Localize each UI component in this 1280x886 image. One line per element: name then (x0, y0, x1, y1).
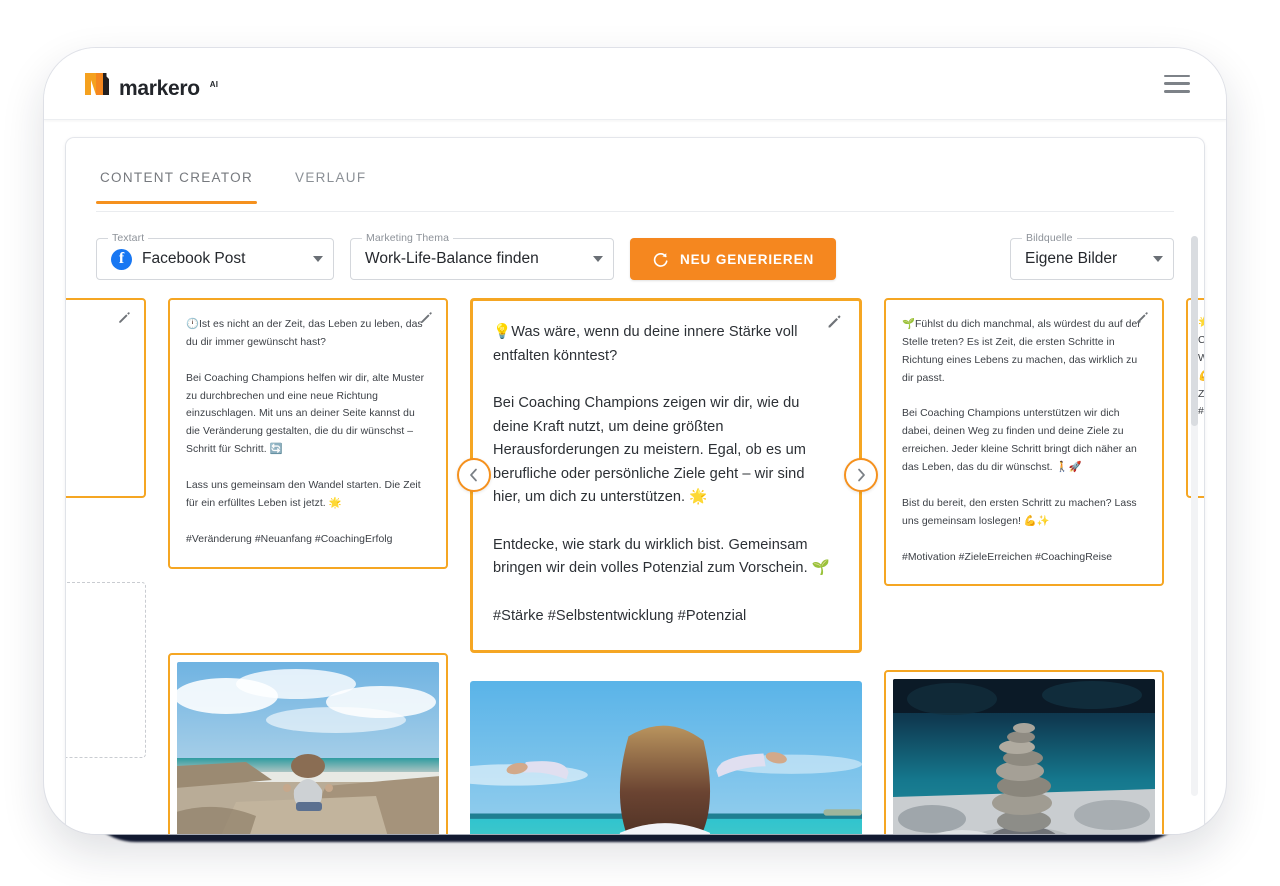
hamburger-bar (1164, 89, 1190, 93)
brand-superscript: AI (209, 79, 219, 89)
hamburger-menu-icon[interactable] (1164, 74, 1190, 93)
carousel-next-button-top[interactable] (844, 458, 878, 492)
bildquelle-legend: Bildquelle (1022, 232, 1077, 244)
main-content-panel: CONTENT CREATOR VERLAUF Textart Facebook… (66, 138, 1204, 834)
post-card-text: 🕛Ist es nicht an der Zeit, das Leben zu … (186, 319, 425, 545)
thema-legend: Marketing Thema (362, 232, 454, 244)
generate-button-label: NEU GENERIEREN (680, 251, 815, 267)
carousel-slide: 🌱Fühlst du dich manchmal, als würdest du… (884, 298, 1164, 834)
post-image-card[interactable] (884, 670, 1164, 834)
tab-label: VERLAUF (295, 170, 367, 185)
post-image (470, 681, 862, 834)
post-card-text: 🌟Erl Coac Wohlb 💪La Zufrie #Coa (1198, 317, 1204, 418)
bildquelle-value: Eigene Bilder (1025, 250, 1118, 267)
post-image-card[interactable] (168, 652, 448, 834)
hamburger-bar (1164, 82, 1190, 85)
refresh-icon (653, 252, 668, 267)
post-card[interactable]: e en :✽ (66, 298, 146, 498)
screenshot-root: markero AI CONTENT CREATOR VERLAUF Texta… (0, 0, 1280, 886)
generate-button[interactable]: NEU GENERIEREN (630, 238, 837, 280)
app-header: markero AI (44, 48, 1226, 120)
marketing-thema-select[interactable]: Marketing Thema Work-Life-Balance finden (350, 232, 614, 280)
post-card[interactable]: 🌱Fühlst du dich manchmal, als würdest du… (884, 298, 1164, 587)
tab-bar: CONTENT CREATOR VERLAUF (96, 166, 1174, 212)
vertical-scrollbar[interactable] (1191, 236, 1198, 796)
carousel-prev-button-top[interactable] (457, 458, 491, 492)
generator-toolbar: Textart Facebook Post Marketing Thema Wo… (96, 232, 1174, 280)
carousel-track: e en :✽ er 🕛Ist es ni (66, 298, 1204, 834)
textart-legend: Textart (108, 232, 149, 244)
brand-logo[interactable]: markero AI (84, 70, 219, 100)
carousel-slide: e en :✽ er (66, 298, 146, 758)
markero-logo-icon (85, 72, 109, 95)
post-image-card[interactable] (470, 681, 862, 834)
tab-content-creator[interactable]: CONTENT CREATOR (96, 166, 258, 204)
post-card[interactable]: 🕛Ist es nicht an der Zeit, das Leben zu … (168, 298, 448, 569)
textart-select[interactable]: Textart Facebook Post (96, 232, 334, 280)
hamburger-bar (1164, 74, 1190, 78)
thema-value: Work-Life-Balance finden (365, 250, 539, 267)
pencil-icon[interactable] (826, 313, 843, 330)
facebook-icon (111, 248, 132, 270)
post-image (893, 679, 1155, 834)
post-image (177, 661, 439, 834)
bildquelle-select[interactable]: Bildquelle Eigene Bilder (1010, 232, 1174, 280)
tablet-device-frame: markero AI CONTENT CREATOR VERLAUF Texta… (44, 48, 1226, 834)
brand-name: markero (119, 76, 200, 100)
chevron-down-icon (593, 256, 603, 262)
tab-label: CONTENT CREATOR (100, 170, 254, 185)
scrollbar-thumb[interactable] (1191, 236, 1198, 426)
chevron-down-icon (313, 256, 323, 262)
chevron-right-icon (858, 468, 865, 482)
chevron-down-icon (1153, 256, 1163, 262)
carousel-slide: 🕛Ist es nicht an der Zeit, das Leben zu … (168, 298, 448, 834)
post-card-text: 💡Was wäre, wenn du deine innere Stärke v… (493, 324, 831, 624)
carousel-slide-active: 💡Was wäre, wenn du deine innere Stärke v… (470, 298, 862, 834)
pencil-icon[interactable] (1135, 310, 1150, 325)
chevron-left-icon (470, 468, 477, 482)
pencil-icon[interactable] (117, 310, 132, 325)
tab-verlauf[interactable]: VERLAUF (291, 166, 370, 203)
post-card-text: 🌱Fühlst du dich manchmal, als würdest du… (902, 319, 1141, 563)
post-card[interactable]: 💡Was wäre, wenn du deine innere Stärke v… (470, 298, 862, 654)
textart-value: Facebook Post (142, 250, 246, 267)
pencil-icon[interactable] (419, 310, 434, 325)
image-placeholder[interactable]: er (66, 582, 146, 758)
post-carousel: e en :✽ er 🕛Ist es ni (66, 298, 1204, 834)
